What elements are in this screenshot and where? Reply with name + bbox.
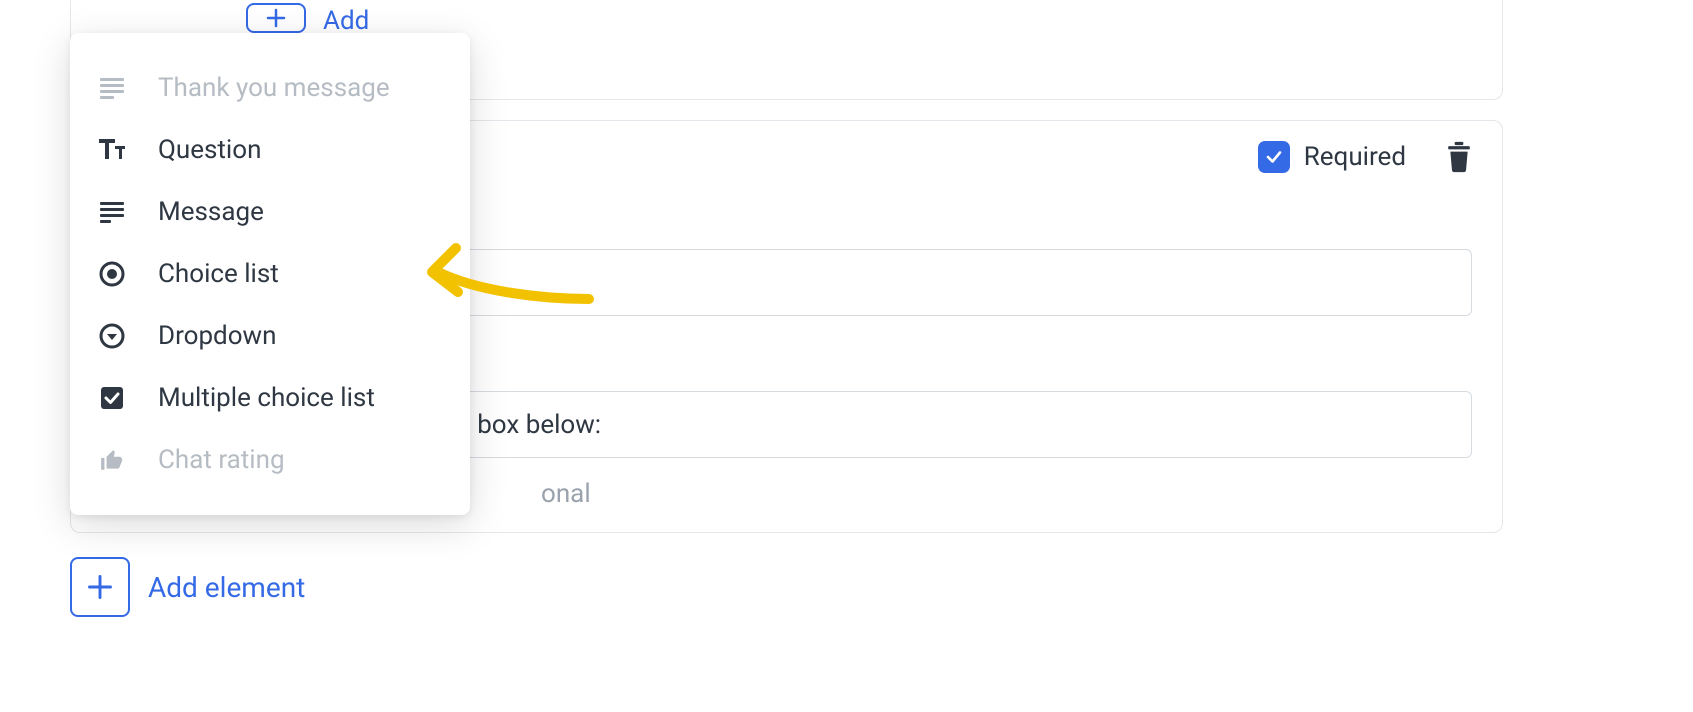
menu-item-dropdown[interactable]: Dropdown — [70, 305, 470, 367]
add-element-label: Add element — [148, 571, 305, 604]
lines-icon — [98, 198, 126, 226]
menu-item-label: Choice list — [158, 259, 279, 289]
card-header: Required — [1258, 141, 1472, 173]
required-toggle[interactable]: Required — [1258, 141, 1406, 173]
element-type-menu: Thank you message Question Message Choic… — [70, 33, 470, 515]
required-label: Required — [1304, 142, 1406, 172]
add-button-label-fragment: Add — [323, 6, 369, 36]
menu-item-label: Chat rating — [158, 445, 285, 475]
menu-item-label: Multiple choice list — [158, 383, 375, 413]
menu-item-label: Thank you message — [158, 73, 390, 103]
menu-item-label: Question — [158, 135, 261, 165]
plus-icon — [264, 6, 288, 30]
text-icon — [98, 136, 126, 164]
plus-button — [70, 557, 130, 617]
add-button-fragment[interactable] — [246, 3, 306, 33]
menu-item-label: Message — [158, 197, 264, 227]
menu-item-message[interactable]: Message — [70, 181, 470, 243]
checkbox-square-icon — [98, 384, 126, 412]
thumbs-up-icon — [98, 446, 126, 474]
menu-item-chat-rating: Chat rating — [70, 429, 470, 491]
menu-item-label: Dropdown — [158, 321, 276, 351]
plus-icon — [86, 573, 114, 601]
trash-icon[interactable] — [1446, 141, 1472, 173]
checkbox-icon — [1258, 141, 1290, 173]
optional-hint-fragment: onal — [541, 479, 591, 509]
menu-item-multiple-choice-list[interactable]: Multiple choice list — [70, 367, 470, 429]
paragraph-icon — [98, 74, 126, 102]
radio-icon — [98, 260, 126, 288]
add-element-button[interactable]: Add element — [70, 557, 305, 617]
menu-item-thank-you-message: Thank you message — [70, 57, 470, 119]
menu-item-choice-list[interactable]: Choice list — [70, 243, 470, 305]
dropdown-circle-icon — [98, 322, 126, 350]
menu-item-question[interactable]: Question — [70, 119, 470, 181]
